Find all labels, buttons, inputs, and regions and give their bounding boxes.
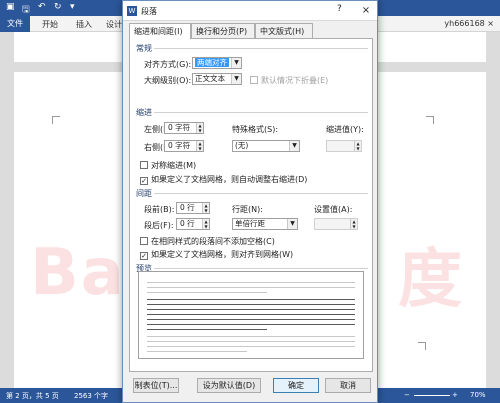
section-divider xyxy=(154,112,368,113)
spacing-before-input[interactable]: 0 行 ▲ ▼ xyxy=(176,202,210,214)
margin-corner-mark xyxy=(418,342,426,350)
user-account[interactable]: yh666168 × xyxy=(444,19,494,28)
section-indent-heading: 缩进 xyxy=(136,108,152,117)
alignment-label: 对齐方式(G): xyxy=(144,60,192,69)
cancel-button[interactable]: 取消 xyxy=(325,378,371,393)
paragraph-preview xyxy=(138,271,364,359)
close-icon[interactable]: × xyxy=(355,1,377,20)
tab-panel: 常规 对齐方式(G): 两端对齐 ▼ 大纲级别(O): 正文文本 ▼ 默认情况下… xyxy=(129,38,373,372)
word-count[interactable]: 2563 个字 xyxy=(74,391,108,401)
ribbon-tab-home[interactable]: 开始 xyxy=(42,19,58,30)
redo-icon[interactable]: ↻ xyxy=(54,2,62,12)
tab-line-page-breaks[interactable]: 换行和分页(P) xyxy=(191,23,255,38)
checkbox-box xyxy=(140,161,148,169)
zoom-slider[interactable] xyxy=(414,395,450,396)
indent-right-input[interactable]: 0 字符 ▲ ▼ xyxy=(164,140,204,152)
spin-arrows-icon[interactable]: ▲ ▼ xyxy=(196,141,203,151)
set-default-button[interactable]: 设为默认值(D) xyxy=(197,378,261,393)
spin-arrows-icon[interactable]: ▲ ▼ xyxy=(354,141,361,151)
margin-corner-mark xyxy=(52,116,60,124)
margin-corner-mark xyxy=(426,116,434,124)
tabs-button[interactable]: 制表位(T)... xyxy=(133,378,179,393)
tab-indent-spacing[interactable]: 缩进和间距(I) xyxy=(129,23,191,39)
indent-by-label: 缩进值(Y): xyxy=(326,125,364,134)
chevron-down-icon: ▼ xyxy=(289,141,299,151)
indent-by-input[interactable]: ▲ ▼ xyxy=(326,140,362,152)
section-divider xyxy=(154,48,368,49)
section-general-heading: 常规 xyxy=(136,44,152,53)
line-spacing-label: 行距(N): xyxy=(232,205,263,214)
chevron-down-icon: ▼ xyxy=(231,58,241,68)
paragraph-dialog: W 段落 ? × 缩进和间距(I) 换行和分页(P) 中文版式(H) 常规 对齐… xyxy=(122,0,378,403)
ok-button[interactable]: 确定 xyxy=(273,378,319,393)
checkbox-box xyxy=(140,237,148,245)
special-indent-label: 特殊格式(S): xyxy=(232,125,279,134)
zoom-level[interactable]: 70% xyxy=(470,391,486,399)
spin-arrows-icon[interactable]: ▲ ▼ xyxy=(202,203,209,213)
spin-arrows-icon[interactable]: ▲ ▼ xyxy=(196,123,203,133)
help-icon[interactable]: ? xyxy=(337,4,342,14)
spacing-at-input[interactable]: ▲ ▼ xyxy=(314,218,358,230)
ribbon-tab-file[interactable]: 文件 xyxy=(0,16,30,32)
mirror-indents-checkbox[interactable]: 对称缩进(M) xyxy=(140,160,196,171)
page-count[interactable]: 第 2 页，共 5 页 xyxy=(6,391,59,401)
snap-to-grid-checkbox[interactable]: ✓ 如果定义了文档网格，则对齐到网格(W) xyxy=(140,249,293,260)
checkbox-box xyxy=(250,76,258,84)
indent-left-input[interactable]: 0 字符 ▲ ▼ xyxy=(164,122,204,134)
ribbon-tab-insert[interactable]: 插入 xyxy=(76,19,92,30)
chevron-down-icon: ▼ xyxy=(287,219,297,229)
section-divider xyxy=(154,193,368,194)
zoom-plus-icon[interactable]: + xyxy=(452,391,458,399)
checkmark-icon: ✓ xyxy=(140,177,148,185)
spacing-at-label: 设置值(A): xyxy=(314,205,353,214)
spacing-after-input[interactable]: 0 行 ▲ ▼ xyxy=(176,218,210,230)
zoom-minus-icon[interactable]: − xyxy=(404,391,410,399)
dialog-title: 段落 xyxy=(141,7,157,16)
quick-access-more-icon[interactable]: ▾ xyxy=(70,2,75,12)
word-app-icon: W xyxy=(127,6,137,16)
tab-asian-typography[interactable]: 中文版式(H) xyxy=(255,23,313,38)
auto-adjust-right-indent-checkbox[interactable]: ✓ 如果定义了文档网格，则自动调整右缩进(D) xyxy=(140,174,307,185)
watermark-text: 度 xyxy=(398,243,462,317)
dialog-title-bar[interactable]: W 段落 ? × xyxy=(123,1,377,21)
word-app-icon: ▣ xyxy=(6,2,15,12)
watermark-text: Ba xyxy=(30,236,126,310)
special-indent-select[interactable]: (无) ▼ xyxy=(232,140,300,152)
collapse-by-default-checkbox[interactable]: 默认情况下折叠(E) xyxy=(250,75,328,86)
outline-level-select[interactable]: 正文文本 ▼ xyxy=(192,73,242,85)
chevron-down-icon: ▼ xyxy=(231,74,241,84)
spin-arrows-icon[interactable]: ▲ ▼ xyxy=(202,219,209,229)
alignment-select[interactable]: 两端对齐 ▼ xyxy=(192,57,242,69)
spacing-before-label: 段前(B): xyxy=(144,205,175,214)
checkmark-icon: ✓ xyxy=(140,252,148,260)
undo-icon[interactable]: ↶ xyxy=(38,2,46,12)
section-divider xyxy=(154,268,368,269)
ribbon-tab-design[interactable]: 设计 xyxy=(106,19,122,30)
spin-arrows-icon[interactable]: ▲ ▼ xyxy=(350,219,357,229)
line-spacing-select[interactable]: 单倍行距 ▼ xyxy=(232,218,298,230)
spacing-after-label: 段后(F): xyxy=(144,221,174,230)
no-space-same-style-checkbox[interactable]: 在相同样式的段落间不添加空格(C) xyxy=(140,236,275,247)
outline-level-label: 大纲级别(O): xyxy=(144,76,192,85)
section-spacing-heading: 间距 xyxy=(136,189,152,198)
